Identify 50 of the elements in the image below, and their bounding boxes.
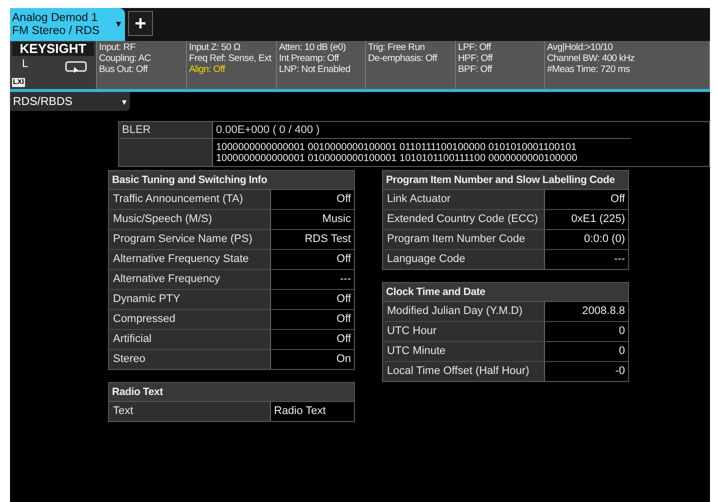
add-tab-button[interactable]: + bbox=[128, 11, 153, 36]
setting-text: Align: Off bbox=[189, 64, 226, 75]
field-value: --- bbox=[545, 250, 628, 269]
field-value: Music bbox=[271, 210, 354, 229]
field-value: Off bbox=[545, 190, 628, 209]
setting-text: #Meas Time: 720 ms bbox=[547, 64, 631, 75]
field-value: Off bbox=[271, 310, 354, 329]
setting-text: Bus Out: Off bbox=[99, 64, 149, 75]
field-value: Radio Text bbox=[271, 402, 354, 421]
field-value: Off bbox=[271, 190, 354, 209]
setting-text: LNP: Not Enabled bbox=[279, 64, 352, 75]
field-value: 0 bbox=[545, 342, 628, 361]
setting-text: Channel BW: 400 kHz bbox=[547, 53, 636, 64]
channel-label: L bbox=[22, 58, 28, 70]
field-value: 2008.8.8 bbox=[545, 302, 628, 321]
table-title: Basic Tuning and Switching Info bbox=[109, 171, 354, 190]
setting-text: Trig: Free Run bbox=[368, 42, 426, 53]
setting-text: De-emphasis: Off bbox=[368, 53, 438, 64]
setting-text: Atten: 10 dB (e0) bbox=[279, 42, 347, 53]
setting-text: Avg|Hold:>10/10 bbox=[547, 42, 614, 53]
setting-text: Coupling: AC bbox=[99, 53, 152, 64]
setting-text: Freq Ref: Sense, Ext bbox=[189, 53, 272, 64]
brand-logo: KEYSIGHT bbox=[12, 42, 94, 56]
setting-text: HPF: Off bbox=[458, 53, 494, 64]
table-title: Radio Text bbox=[109, 383, 354, 402]
bit-sequence: 1000000000000001 0010000000100001 0110111100100000 0101010001100101 bbox=[216, 142, 578, 153]
field-value: On bbox=[271, 350, 354, 369]
field-value: Off bbox=[271, 290, 354, 309]
bler-label: BLER bbox=[119, 122, 213, 139]
field-value: RDS Test bbox=[271, 230, 354, 249]
setting-text: LPF: Off bbox=[458, 42, 492, 53]
setting-text: Int Preamp: Off bbox=[279, 53, 340, 64]
field-value: 0xE1 (225) bbox=[545, 210, 628, 229]
bit-sequence: 1000000000000001 0100000000100001 1010101100111100 0000000000100000 bbox=[216, 153, 578, 164]
bler-value: 0.00E+000 ( 0 / 400 ) bbox=[213, 122, 631, 139]
field-value: -0 bbox=[545, 362, 628, 381]
setting-text: Input Z: 50 Ω bbox=[189, 42, 242, 53]
measurement-tab[interactable]: Analog Demod 1 FM Stereo / RDS ▾ bbox=[10, 8, 125, 41]
field-value: Off bbox=[271, 250, 354, 269]
local-control-icon bbox=[65, 61, 87, 75]
view-dropdown[interactable]: RDS/RBDS ▾ bbox=[10, 92, 130, 111]
setting-text: Input: RF bbox=[99, 42, 136, 53]
caret-icon: ▾ bbox=[116, 18, 121, 31]
field-value: --- bbox=[271, 270, 354, 289]
setting-text: BPF: Off bbox=[458, 64, 494, 75]
field-value: 0 bbox=[545, 322, 628, 341]
field-value: Off bbox=[271, 330, 354, 349]
table-title: Program Item Number and Slow Labelling Code bbox=[383, 171, 628, 190]
field-value: 0:0:0 (0) bbox=[545, 230, 628, 249]
table-title: Clock Time and Date bbox=[383, 283, 628, 302]
